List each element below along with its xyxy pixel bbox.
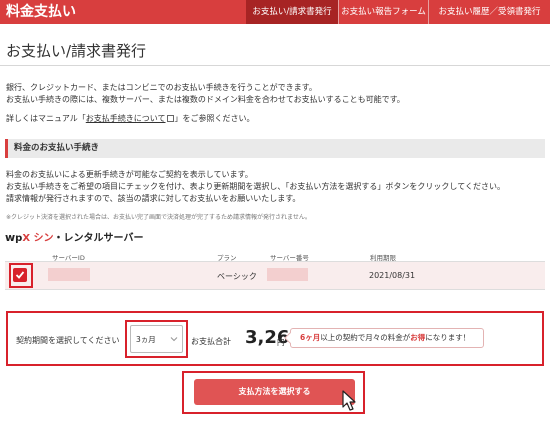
total-label: お支払合計 <box>191 337 231 346</box>
intro-text-line1: 銀行、クレジットカード、またはコンビニでのお支払い手続きを行うことができます。 <box>6 83 317 92</box>
row-select-checkbox[interactable] <box>13 268 27 282</box>
manual-link[interactable]: お支払手続きについて <box>86 114 166 123</box>
section-accent-bar <box>5 139 8 158</box>
tab-payment-report[interactable]: お支払い報告フォーム <box>339 0 428 24</box>
chevron-down-icon <box>170 337 178 342</box>
select-payment-method-button[interactable]: 支払方法を選択する <box>194 379 355 405</box>
external-link-icon <box>166 115 174 122</box>
brand-title: 料金支払い <box>6 4 76 20</box>
tab-payment-invoice[interactable]: お支払い/請求書発行 <box>246 0 338 24</box>
table-row-divider <box>5 289 545 290</box>
section-header: 料金のお支払い手続き <box>5 139 545 158</box>
server-number-redacted <box>267 268 308 281</box>
tab-payment-history[interactable]: お支払い履歴／受領書発行 <box>429 0 550 24</box>
section-heading: 料金のお支払い手続き <box>14 143 100 153</box>
server-id-redacted <box>48 268 90 281</box>
credit-card-note: ※クレジット決済を選択された場合は、お支払い完了画面で決済処理が完了するため請求… <box>6 214 311 221</box>
section-desc-line2: お支払い手続きをご希望の項目にチェックを付け、表より更新期間を選択し、「お支払い… <box>6 182 505 191</box>
manual-prefix: 詳しくはマニュアル「 <box>6 114 86 123</box>
period-select[interactable]: 3ヵ月 <box>130 325 183 353</box>
period-label: 契約期間を選択してください <box>16 336 120 345</box>
title-divider <box>0 65 550 66</box>
top-nav-bar: 料金支払い お支払い/請求書発行 お支払い報告フォーム お支払い履歴／受領書発行 <box>0 0 550 24</box>
manual-suffix: 」をご参照ください。 <box>174 114 255 123</box>
page-title: お支払い/請求書発行 <box>6 42 147 60</box>
section-desc-line3: 請求情報が発行されますので、該当の請求に対してお支払いをお願いいたします。 <box>6 194 301 203</box>
plan-cell: ベーシック <box>217 272 257 281</box>
period-select-value: 3ヵ月 <box>136 335 156 344</box>
checkmark-icon <box>15 271 25 279</box>
manual-reference: 詳しくはマニュアル「お支払手続きについて 」をご参照ください。 <box>6 113 255 125</box>
promo-callout: 6ヶ月以上の契約で月々の料金がお得になります！ <box>284 328 484 348</box>
currency-unit: 円 <box>277 338 285 347</box>
product-logo: wpX シン・レンタルサーバー <box>5 231 144 244</box>
expiry-cell: 2021/08/31 <box>369 271 416 280</box>
section-desc-line1: 料金のお支払いによる更新手続きが可能なご契約を表示しています。 <box>6 170 253 179</box>
mouse-cursor-icon <box>342 390 356 411</box>
intro-text-line2: お支払い手続きの際には、複数サーバー、または複数のドメイン料金を合わせてお支払い… <box>6 95 405 104</box>
